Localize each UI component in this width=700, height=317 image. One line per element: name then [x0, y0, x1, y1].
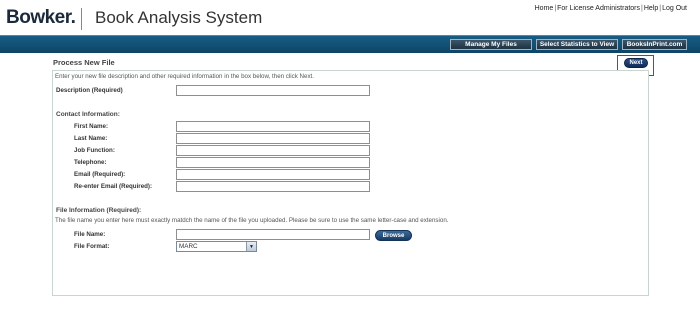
file-format-select[interactable]: MARC ▼	[176, 241, 257, 252]
next-button[interactable]: Next	[624, 58, 648, 68]
last-name-field[interactable]	[176, 133, 370, 144]
file-note: The file name you enter here must exactl…	[55, 217, 449, 224]
file-section-title: File Information (Required):	[56, 207, 142, 214]
description-label: Description (Required)	[56, 87, 123, 94]
top-links: Home|For License Administrators|Help|Log…	[534, 5, 687, 12]
email-field[interactable]	[176, 169, 370, 180]
header-divider	[81, 8, 82, 30]
reenter-email-label: Re-enter Email (Required):	[74, 183, 153, 190]
chevron-down-icon[interactable]: ▼	[246, 242, 256, 251]
home-link[interactable]: Home	[535, 5, 554, 12]
contact-section-title: Contact Information:	[56, 111, 120, 118]
license-admin-link[interactable]: For License Administrators	[557, 5, 640, 12]
logo-text: Bowker.	[6, 7, 76, 28]
email-label: Email (Required):	[74, 171, 126, 178]
first-name-label: First Name:	[74, 123, 109, 130]
nav-bar: Manage My Files Select Statistics to Vie…	[0, 35, 700, 53]
manage-my-files-button[interactable]: Manage My Files	[450, 39, 532, 50]
help-link[interactable]: Help	[644, 5, 658, 12]
telephone-field[interactable]	[176, 157, 370, 168]
bowker-logo: Bowker.	[6, 7, 76, 28]
select-statistics-button[interactable]: Select Statistics to View	[536, 39, 618, 50]
intro-text: Enter your new file description and othe…	[55, 73, 314, 80]
app-title: Book Analysis System	[95, 8, 263, 27]
job-function-field[interactable]	[176, 145, 370, 156]
browse-button[interactable]: Browse	[375, 230, 412, 241]
job-function-label: Job Function:	[74, 147, 115, 154]
telephone-label: Telephone:	[74, 159, 107, 166]
description-field[interactable]	[176, 85, 370, 96]
reenter-email-field[interactable]	[176, 181, 370, 192]
booksinprint-button[interactable]: BooksInPrint.com	[622, 39, 687, 50]
file-name-field[interactable]	[176, 229, 370, 240]
file-format-value: MARC	[179, 243, 198, 250]
last-name-label: Last Name:	[74, 135, 108, 142]
logout-link[interactable]: Log Out	[662, 5, 687, 12]
file-format-label: File Format:	[74, 243, 110, 250]
file-name-label: File Name:	[74, 231, 106, 238]
first-name-field[interactable]	[176, 121, 370, 132]
page-title: Process New File	[53, 58, 115, 67]
